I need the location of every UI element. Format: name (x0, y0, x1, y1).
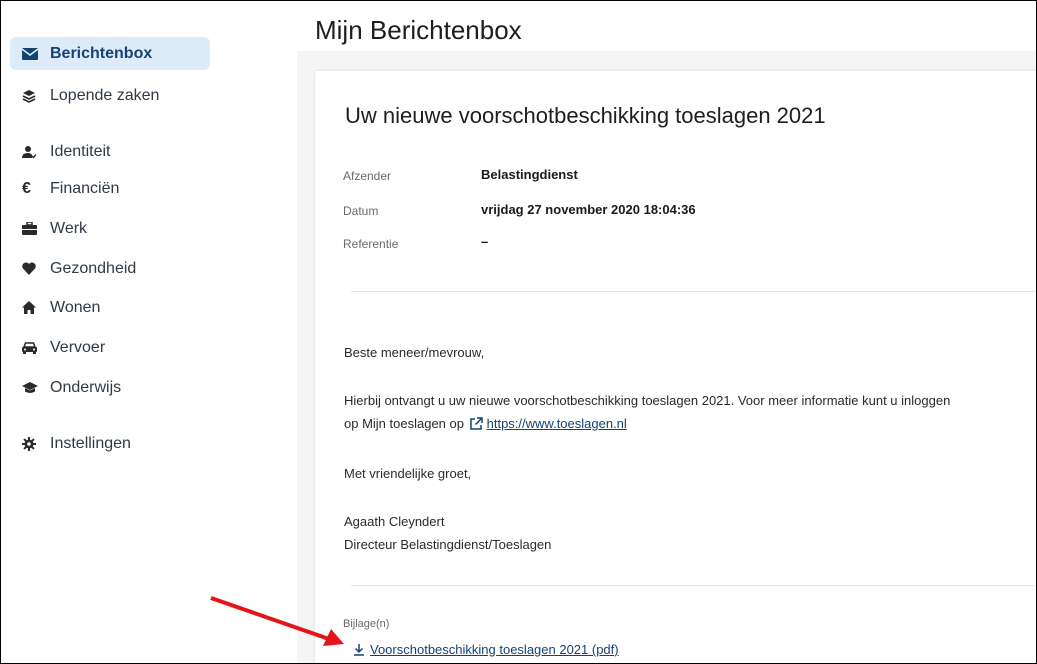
sidebar-item-financien[interactable]: € Financiën (10, 172, 210, 205)
sidebar-item-label: Instellingen (50, 434, 131, 452)
message-title: Uw nieuwe voorschotbeschikking toeslagen… (345, 103, 826, 128)
car-icon (22, 341, 50, 354)
reference-value: – (481, 234, 489, 249)
euro-icon: € (22, 179, 31, 197)
sidebar-item-instellingen[interactable]: Instellingen (10, 427, 210, 460)
graduation-cap-icon (22, 381, 50, 394)
signer-title: Directeur Belastingdienst/Toeslagen (344, 537, 552, 552)
home-icon (22, 301, 50, 314)
greeting-text: Beste meneer/mevrouw, (344, 345, 485, 360)
sidebar-item-vervoer[interactable]: Vervoer (10, 331, 210, 364)
divider (351, 291, 1036, 292)
sidebar-item-identiteit[interactable]: Identiteit (10, 135, 210, 168)
toeslagen-link[interactable]: https://www.toeslagen.nl (487, 416, 627, 431)
sender-label: Afzender (343, 169, 392, 183)
signer-name: Agaath Cleyndert (344, 514, 445, 529)
layers-icon (22, 89, 50, 103)
sidebar-item-label: Lopende zaken (50, 86, 160, 104)
sidebar-item-werk[interactable]: Werk (10, 212, 210, 245)
reference-label: Referentie (343, 237, 399, 251)
message-card (315, 71, 1036, 663)
sidebar-item-lopende-zaken[interactable]: Lopende zaken (10, 79, 210, 112)
window: Berichtenbox Lopende zaken Identiteit € … (0, 0, 1037, 664)
sidebar-item-label: Werk (50, 219, 88, 237)
briefcase-icon (22, 222, 50, 235)
gear-icon (22, 436, 50, 451)
sender-value: Belastingdienst (481, 167, 578, 182)
divider (351, 585, 1036, 586)
sidebar-item-label: Wonen (50, 298, 101, 316)
sidebar-item-label: Financiën (50, 179, 120, 197)
sidebar-item-label: Identiteit (50, 142, 111, 160)
sidebar-item-label: Onderwijs (50, 378, 122, 396)
attachments-label: Bijlage(n) (343, 618, 390, 630)
sidebar-item-wonen[interactable]: Wonen (10, 291, 210, 324)
sidebar-item-onderwijs[interactable]: Onderwijs (10, 371, 210, 404)
envelope-icon (22, 47, 50, 60)
heart-icon (22, 262, 50, 275)
date-label: Datum (343, 204, 379, 218)
sidebar-item-berichtenbox[interactable]: Berichtenbox (10, 37, 210, 70)
body-line-1: Hierbij ontvangt u uw nieuwe voorschotbe… (344, 393, 951, 408)
sidebar-item-label: Berichtenbox (50, 44, 153, 62)
external-link-icon (469, 417, 483, 433)
sidebar-item-label: Vervoer (50, 338, 106, 356)
person-check-icon (22, 145, 50, 159)
attachment-download-link[interactable]: Voorschotbeschikking toeslagen 2021 (pdf… (353, 642, 619, 657)
date-value: vrijdag 27 november 2020 18:04:36 (481, 202, 696, 217)
closing-text: Met vriendelijke groet, (344, 466, 472, 481)
page-title: Mijn Berichtenbox (315, 15, 522, 45)
body-line-2-prefix: op Mijn toeslagen op (344, 416, 464, 431)
sidebar-item-label: Gezondheid (50, 259, 137, 277)
download-icon (353, 643, 365, 656)
body-line-2: op Mijn toeslagen op https://www.toeslag… (344, 416, 627, 433)
attachment-file-name: Voorschotbeschikking toeslagen 2021 (pdf… (370, 642, 619, 657)
sidebar-item-gezondheid[interactable]: Gezondheid (10, 252, 210, 285)
sidebar: Berichtenbox Lopende zaken Identiteit € … (1, 1, 219, 663)
